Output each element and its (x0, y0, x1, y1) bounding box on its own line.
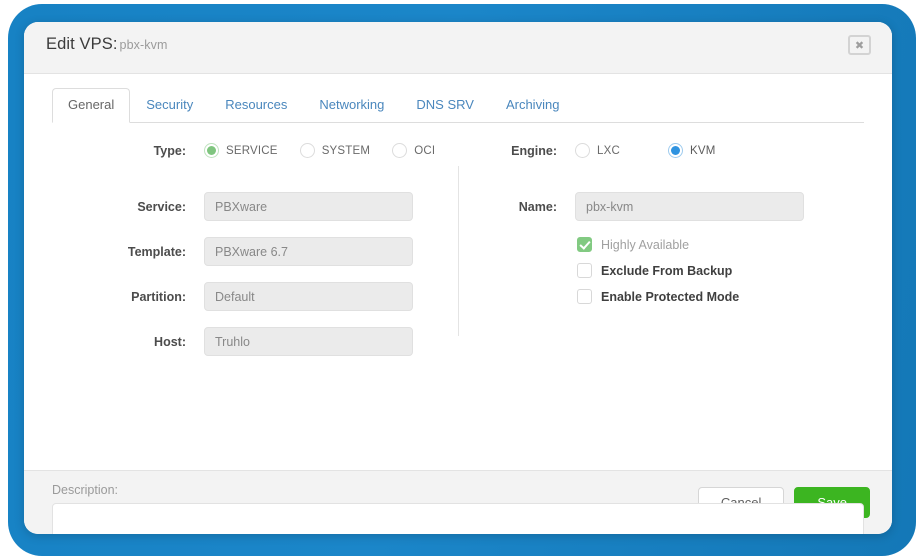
page-root: Edit VPS: pbx-kvm ✖ General Security Reso… (0, 0, 916, 556)
partition-input[interactable] (204, 282, 413, 311)
radio-type-service-label: SERVICE (226, 144, 278, 157)
tab-archiving[interactable]: Archiving (490, 88, 575, 123)
modal-header: Edit VPS: pbx-kvm ✖ (24, 22, 892, 74)
host-row: Host: (52, 327, 458, 356)
modal-body: Type: SERVICE SYSTEM OCI Service: PBXwar… (24, 123, 892, 534)
type-label: Type: (153, 143, 186, 158)
service-label: Service: (137, 199, 186, 214)
template-label: Template: (127, 244, 186, 259)
checkbox-highly-available-label: Highly Available (601, 237, 690, 252)
template-control (204, 237, 458, 266)
name-label: Name: (518, 199, 557, 214)
checkbox-unchecked-icon (577, 289, 592, 304)
radio-engine-lxc-label: LXC (597, 144, 620, 157)
engine-label: Engine: (511, 143, 557, 158)
radio-engine-lxc[interactable]: LXC (575, 143, 620, 158)
column-divider (458, 166, 459, 336)
service-input[interactable] (204, 192, 413, 221)
name-row: Name: (500, 192, 892, 221)
host-label: Host: (154, 334, 186, 349)
form-columns: Type: SERVICE SYSTEM OCI Service: PBXwar… (24, 123, 892, 372)
radio-type-service[interactable]: SERVICE (204, 143, 278, 158)
radio-unselected-icon (299, 143, 315, 158)
radio-selected-icon (204, 143, 219, 158)
template-input[interactable] (204, 237, 413, 266)
close-icon[interactable]: ✖ (848, 35, 871, 55)
service-control (204, 192, 458, 221)
radio-type-oci[interactable]: OCI (392, 143, 435, 158)
description-block: Description: (52, 483, 864, 534)
checkbox-unchecked-icon (577, 263, 592, 278)
tabstrip: General Security Resources Networking DN… (24, 88, 892, 123)
radio-engine-kvm-label: KVM (689, 144, 716, 157)
type-row: Type: SERVICE SYSTEM OCI (52, 143, 458, 158)
description-label: Description: (52, 483, 118, 497)
engine-control: LXC KVM (575, 143, 892, 158)
checkbox-exclude-from-backup[interactable]: Exclude From Backup (577, 263, 892, 278)
name-input[interactable] (575, 192, 804, 221)
modal-title-main: Edit VPS: (46, 35, 118, 53)
tab-resources[interactable]: Resources (209, 88, 303, 123)
right-column: Engine: LXC KVM Name: pbx-kvm Highly Ava… (458, 143, 892, 372)
close-glyph: ✖ (854, 38, 865, 52)
radio-selected-icon (667, 143, 683, 158)
options-checklist: Highly Available Exclude From Backup Ena… (500, 237, 892, 304)
host-control (204, 327, 458, 356)
partition-control (204, 282, 458, 311)
left-column: Type: SERVICE SYSTEM OCI Service: PBXwar… (24, 143, 458, 372)
checkbox-enable-protected-mode[interactable]: Enable Protected Mode (577, 289, 892, 304)
radio-type-system[interactable]: SYSTEM (299, 143, 371, 158)
engine-radio-group: LXC KVM (575, 143, 716, 158)
checkbox-exclude-from-backup-label: Exclude From Backup (601, 263, 733, 278)
tab-dns-srv[interactable]: DNS SRV (400, 88, 490, 123)
name-control (575, 192, 892, 221)
edit-vps-modal: Edit VPS: pbx-kvm ✖ General Security Reso… (24, 22, 892, 534)
radio-engine-kvm[interactable]: KVM (667, 143, 716, 158)
tab-networking[interactable]: Networking (303, 88, 400, 123)
checkbox-enable-protected-mode-label: Enable Protected Mode (601, 289, 740, 304)
service-row: Service: (52, 192, 458, 221)
modal-title-subject: pbx-kvm (119, 38, 168, 52)
checkbox-highly-available[interactable]: Highly Available (577, 237, 892, 252)
partition-label: Partition: (131, 289, 186, 304)
template-row: Template: (52, 237, 458, 266)
radio-unselected-icon (575, 143, 590, 158)
radio-type-oci-label: OCI (414, 144, 436, 157)
radio-unselected-icon (392, 143, 408, 158)
partition-row: Partition: (52, 282, 458, 311)
description-input[interactable] (52, 503, 864, 534)
tab-general[interactable]: General (52, 88, 131, 123)
radio-type-system-label: SYSTEM (321, 144, 371, 157)
type-radio-group: SERVICE SYSTEM OCI (204, 143, 435, 158)
engine-row: Engine: LXC KVM (500, 143, 892, 158)
tab-security[interactable]: Security (130, 88, 209, 123)
type-control: SERVICE SYSTEM OCI (204, 143, 458, 158)
host-input[interactable] (204, 327, 413, 356)
tab-list: General Security Resources Networking DN… (52, 88, 892, 123)
page-title: Edit VPS: pbx-kvm (46, 35, 167, 54)
checkbox-checked-icon (577, 237, 592, 252)
